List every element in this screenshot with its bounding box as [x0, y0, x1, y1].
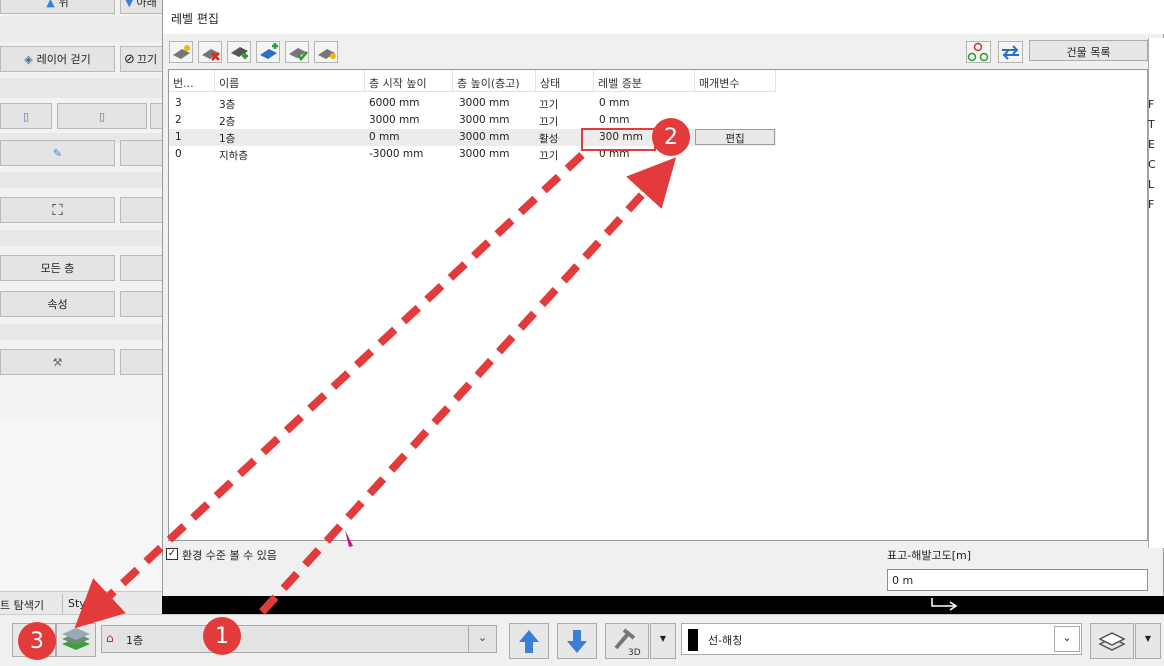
arrow-2-to-3: [74, 152, 585, 629]
annotation-arrows: [74, 152, 958, 629]
step-badge-1: 1: [203, 617, 241, 655]
return-arrow-icon: [931, 598, 958, 611]
step-badge-2: 2: [652, 118, 690, 156]
mouse-cursor-icon: [345, 530, 353, 547]
step-badge-3: 3: [18, 622, 56, 660]
